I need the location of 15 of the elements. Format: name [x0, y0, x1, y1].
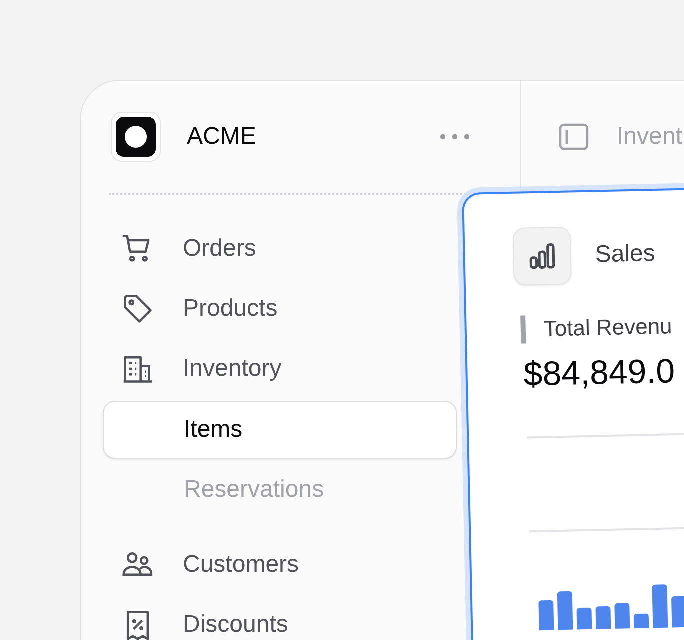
- nav-subitem[interactable]: Items: [103, 401, 457, 459]
- card-title: Sales: [595, 240, 656, 270]
- nav-item[interactable]: Orders: [103, 219, 457, 279]
- bar-chart-icon: [512, 226, 572, 286]
- brand-name: ACME: [187, 123, 256, 151]
- metric-value: $84,849.0: [523, 352, 676, 395]
- tag-icon: [121, 292, 155, 326]
- accent-bar: [520, 316, 526, 344]
- nav-item[interactable]: Products: [103, 279, 457, 339]
- page-title: Invent: [617, 123, 682, 151]
- metric-label: Total Revenu: [544, 314, 673, 342]
- nav-item[interactable]: Customers: [103, 535, 457, 595]
- nav-item[interactable]: Inventory: [103, 339, 457, 399]
- logo-icon: [111, 112, 161, 162]
- nav-item[interactable]: Discounts: [103, 595, 457, 640]
